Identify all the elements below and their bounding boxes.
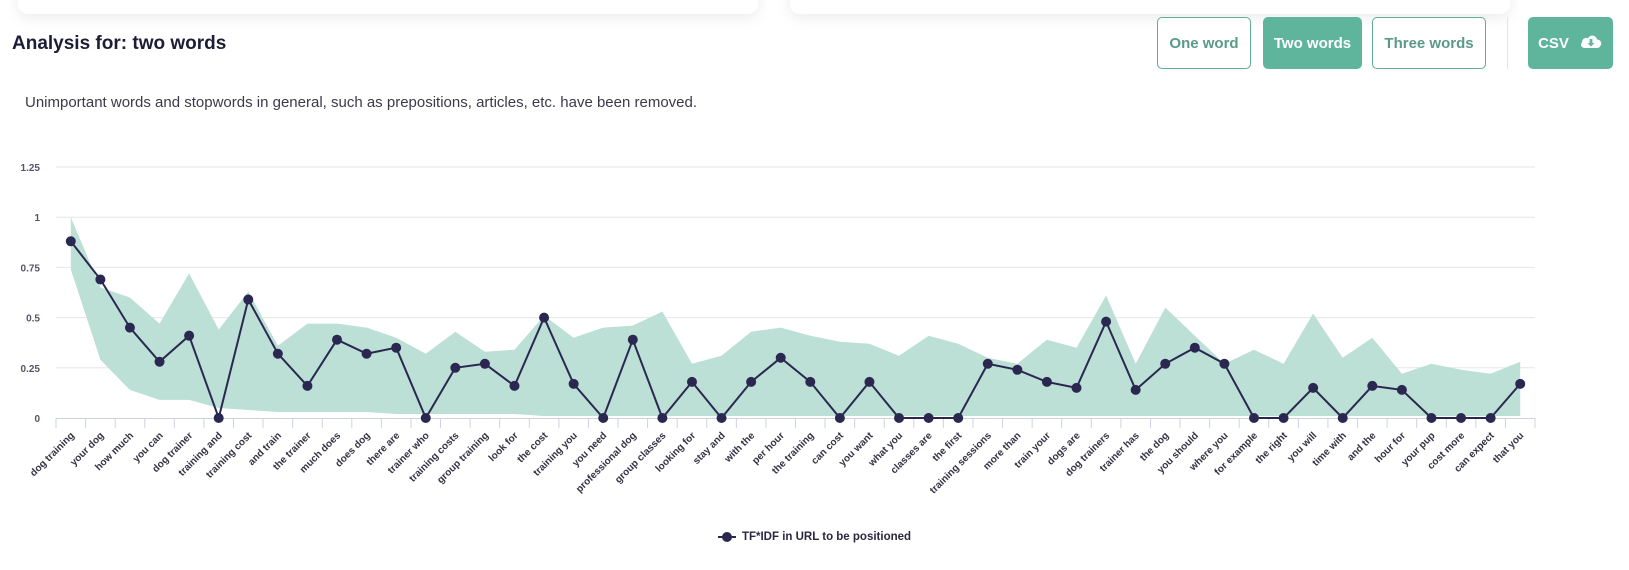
data-point [1367, 380, 1378, 391]
x-tick-label: stay and [691, 430, 727, 466]
data-point [1396, 384, 1407, 395]
data-point [1101, 316, 1112, 327]
page-subtitle: Unimportant words and stopwords in gener… [25, 94, 698, 111]
legend-label: TF*IDF in URL to be positioned [741, 531, 912, 543]
data-point [716, 413, 727, 423]
page-title: Analysis for: two words [12, 33, 227, 54]
data-point [539, 312, 550, 323]
data-point [1160, 358, 1171, 369]
y-tick-label: 1 [34, 213, 40, 224]
data-point [864, 376, 875, 387]
data-point [95, 274, 106, 285]
area-layer [70, 217, 1521, 416]
data-point [923, 413, 934, 423]
data-point [834, 413, 845, 423]
cloud-download-icon [1579, 32, 1603, 54]
data-point [1071, 382, 1082, 393]
data-point [1278, 413, 1289, 423]
data-point [124, 322, 135, 333]
data-point [1426, 413, 1437, 423]
y-tick-label: 0 [34, 414, 40, 425]
data-point [1337, 413, 1348, 423]
y-tick-label: 0.5 [26, 314, 40, 325]
legend-marker-icon [717, 532, 736, 542]
x-tick-label: group training [435, 430, 491, 486]
x-axis [55, 418, 1536, 428]
toolbar-divider [1507, 17, 1508, 69]
data-point [361, 348, 372, 359]
data-point [1219, 358, 1230, 369]
data-point [213, 413, 224, 423]
x-tick-label: group classes [613, 430, 669, 486]
data-point [1130, 384, 1141, 395]
one-word-button[interactable]: One word [1157, 17, 1251, 69]
data-point [657, 413, 668, 423]
csv-label: CSV [1538, 34, 1569, 52]
three-words-button[interactable]: Three words [1372, 17, 1486, 69]
data-point [746, 376, 757, 387]
x-labels: dog trainingyour doghow muchyou candog t… [28, 430, 1526, 496]
data-point [154, 356, 165, 367]
data-point [1308, 382, 1319, 393]
two-words-button[interactable]: Two words [1263, 17, 1362, 69]
chart-legend[interactable]: TF*IDF in URL to be positioned [0, 531, 1629, 543]
top-card-right [790, 0, 1510, 14]
data-point [243, 294, 254, 305]
data-point [450, 362, 461, 373]
data-point [1515, 378, 1526, 389]
data-point [686, 376, 697, 387]
data-point [1189, 342, 1200, 353]
data-point [1485, 413, 1496, 423]
data-point [391, 342, 402, 353]
data-point [332, 334, 343, 345]
data-point [598, 413, 609, 423]
data-point [775, 352, 786, 363]
data-point [568, 378, 579, 389]
data-point [1248, 413, 1259, 423]
data-point [1041, 376, 1052, 387]
y-tick-label: 1.25 [21, 163, 41, 174]
y-tick-label: 0.75 [21, 263, 41, 274]
x-tick-label: dog training [28, 430, 77, 479]
x-tick-label: that you [1491, 430, 1526, 465]
data-point [805, 376, 816, 387]
data-point [627, 334, 638, 345]
data-point [65, 236, 76, 247]
top-card-left [18, 0, 758, 14]
y-tick-label: 0.25 [21, 364, 41, 375]
csv-download-button[interactable]: CSV [1528, 17, 1613, 69]
data-point [953, 413, 964, 423]
data-point [302, 380, 313, 391]
data-point [272, 348, 283, 359]
data-point [982, 358, 993, 369]
data-point [420, 413, 431, 423]
x-tick-label: the right [1254, 430, 1291, 467]
data-point [894, 413, 905, 423]
tfidf-chart: 0 0.25 0.5 0.75 1 1.25 dog trainingyour dogho… [21, 163, 1536, 496]
data-point [509, 380, 520, 391]
data-point [479, 358, 490, 369]
data-point [184, 330, 195, 341]
data-point [1456, 413, 1467, 423]
data-point [1012, 364, 1023, 375]
range-area [70, 217, 1521, 416]
